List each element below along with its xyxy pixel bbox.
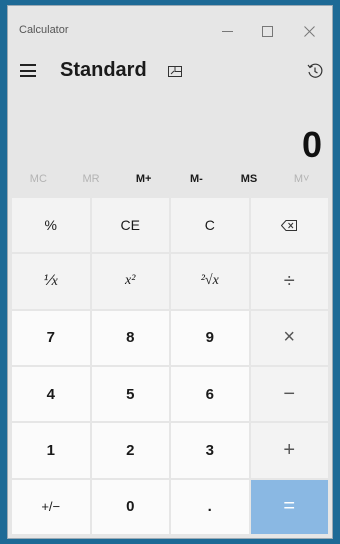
digit-5-button[interactable]: 5 [91, 366, 169, 422]
digit-7-button[interactable]: 7 [12, 310, 90, 365]
close-button[interactable] [288, 18, 330, 44]
calculator-header: Standard [8, 52, 332, 90]
divide-button[interactable]: ÷ [250, 254, 328, 309]
digit-2-button[interactable]: 2 [91, 423, 169, 478]
digit-6-button[interactable]: 6 [171, 366, 249, 422]
plus-button[interactable]: + [250, 423, 328, 478]
history-icon[interactable] [306, 62, 324, 80]
minus-button[interactable]: − [250, 366, 328, 422]
app-title: Calculator [19, 24, 69, 36]
digit-4-button[interactable]: 4 [12, 366, 90, 422]
memory-store-button[interactable]: MS [223, 166, 276, 192]
memory-subtract-button[interactable]: M- [170, 166, 223, 192]
clear-entry-button[interactable]: CE [91, 198, 169, 253]
digit-1-button[interactable]: 1 [12, 423, 90, 478]
equals-button[interactable]: = [250, 479, 328, 534]
memory-clear-button[interactable]: MC [12, 166, 65, 192]
multiply-button[interactable]: × [250, 310, 328, 365]
close-icon [303, 25, 315, 37]
digit-3-button[interactable]: 3 [171, 423, 249, 478]
square-root-label: ²√x [200, 273, 219, 289]
digit-0-button[interactable]: 0 [91, 479, 169, 534]
keypad: % CE C ⅟x x² ²√x ÷ 7 8 9 × 4 5 6 − 1 2 3 [12, 198, 328, 534]
clear-button[interactable]: C [171, 198, 249, 253]
reciprocal-button[interactable]: ⅟x [12, 254, 90, 309]
hamburger-icon[interactable] [20, 64, 36, 77]
result-display: 0 [301, 124, 322, 165]
decimal-button[interactable]: . [171, 479, 249, 534]
mode-title: Standard [60, 59, 147, 81]
memory-recall-button[interactable]: MR [65, 166, 118, 192]
negate-button[interactable]: +/− [12, 479, 90, 534]
calculator-window: Calculator Standard 0 MC MR M+ M- MS M˅ … [8, 6, 332, 538]
maximize-button[interactable] [246, 18, 288, 44]
maximize-icon [261, 25, 273, 37]
memory-list-button[interactable]: M˅ [275, 166, 328, 192]
reciprocal-label: ⅟x [43, 273, 58, 289]
digit-8-button[interactable]: 8 [91, 310, 169, 365]
memory-add-button[interactable]: M+ [117, 166, 170, 192]
title-bar: Calculator [8, 6, 332, 52]
square-button[interactable]: x² [91, 254, 169, 309]
square-label: x² [125, 273, 136, 289]
backspace-button[interactable] [250, 198, 328, 253]
minimize-icon [221, 30, 233, 32]
percent-button[interactable]: % [12, 198, 90, 253]
backspace-icon [281, 219, 298, 231]
memory-row: MC MR M+ M- MS M˅ [12, 166, 328, 192]
digit-9-button[interactable]: 9 [171, 310, 249, 365]
keep-on-top-icon[interactable] [168, 66, 182, 77]
minimize-button[interactable] [206, 18, 248, 44]
square-root-button[interactable]: ²√x [171, 254, 249, 309]
